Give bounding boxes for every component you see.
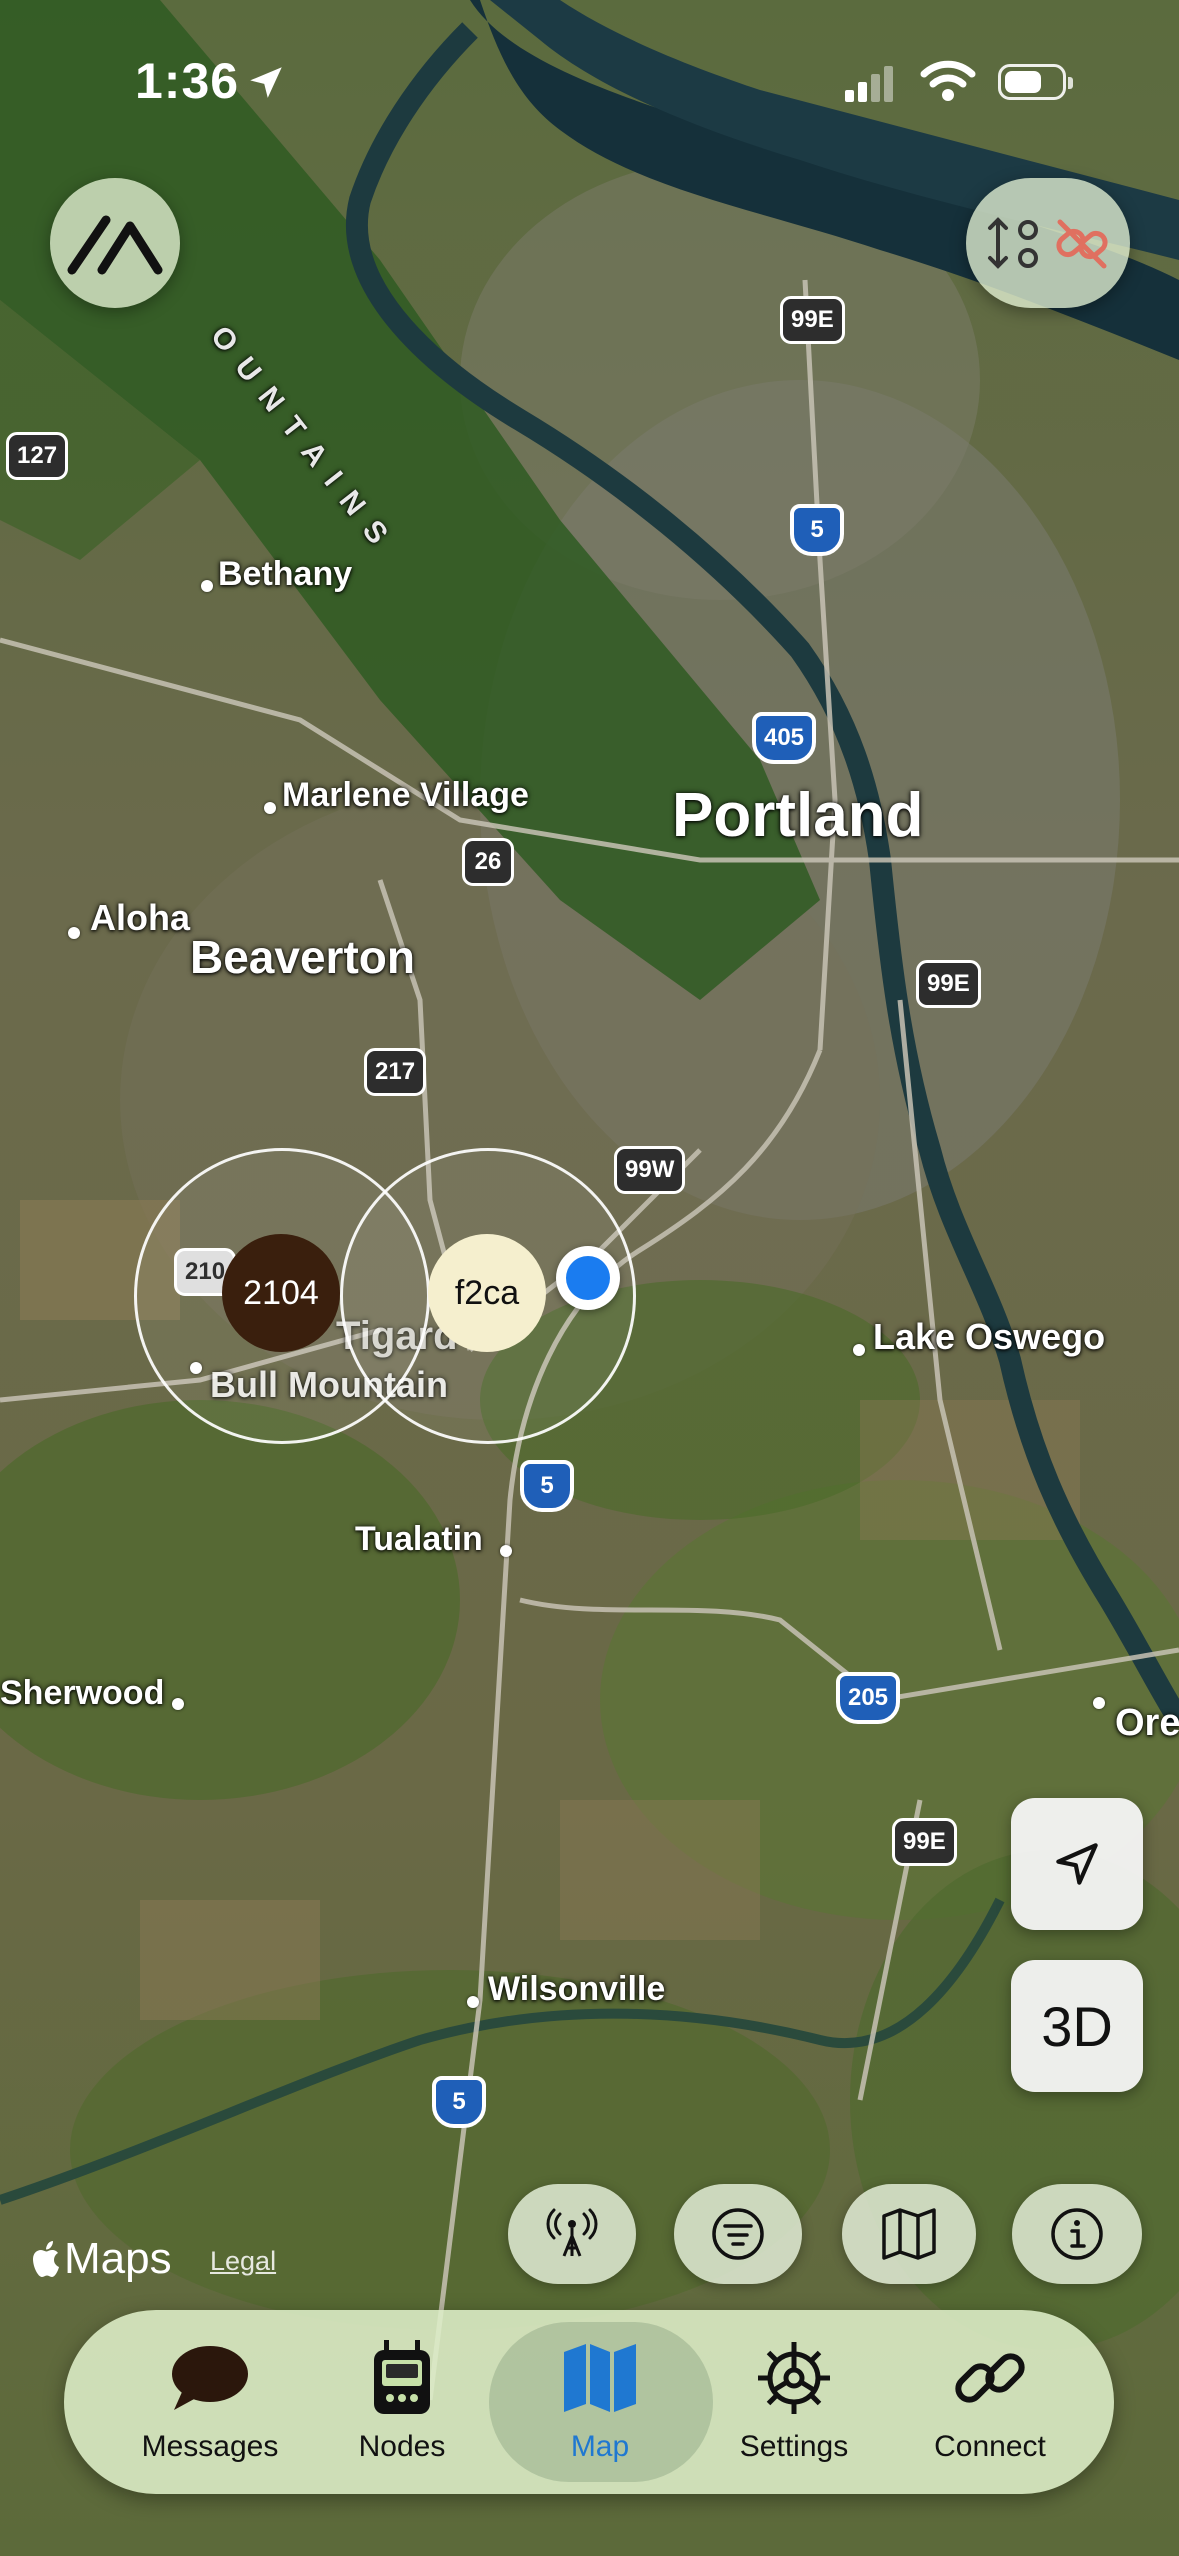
node-label: f2ca [454, 1273, 520, 1312]
recenter-location-button[interactable] [1011, 1798, 1143, 1930]
location-arrow-icon [1056, 1843, 1098, 1885]
place-dot-aloha [68, 927, 80, 939]
gear-icon [758, 2342, 830, 2414]
place-dot-lake-oswego [853, 1344, 865, 1356]
link-icon [955, 2353, 1025, 2403]
place-dot-sherwood [172, 1698, 184, 1710]
label-wilsonville: Wilsonville [488, 1970, 666, 2008]
node-marker[interactable]: 2104 [222, 1234, 340, 1352]
antenna-button[interactable] [508, 2184, 636, 2284]
current-location-dot [556, 1246, 620, 1310]
toggle-3d-label: 3D [1041, 1994, 1113, 2058]
place-dot-ore [1093, 1697, 1105, 1709]
place-dot-bethany [201, 580, 213, 592]
route-shield-217: 217 [364, 1048, 427, 1096]
route-shield-26: 26 [462, 838, 514, 886]
wifi-icon [920, 60, 976, 101]
cellular-signal-icon [845, 66, 893, 102]
tab-messages[interactable]: Messages [110, 2310, 310, 2494]
status-time: 1:36 [135, 53, 240, 109]
filter-lines-icon [712, 2208, 764, 2260]
app-logo-button[interactable] [50, 178, 180, 308]
toggle-3d-button[interactable]: 3D [1011, 1960, 1143, 2092]
label-beaverton: Beaverton [190, 931, 415, 983]
interstate-shield-405: 405 [752, 712, 816, 764]
sort-order-icon[interactable] [984, 216, 1044, 272]
node-marker[interactable]: f2ca [428, 1234, 546, 1352]
interstate-shield-5: 5 [790, 504, 844, 556]
tab-settings[interactable]: Settings [694, 2310, 894, 2494]
label-ore: Ore [1115, 1702, 1179, 1744]
apple-logo-icon [33, 2241, 59, 2277]
location-arrow-icon [250, 67, 282, 98]
label-portland: Portland [672, 781, 924, 850]
label-bethany: Bethany [218, 555, 353, 593]
label-sherwood: Sherwood [0, 1674, 165, 1712]
route-shield-127: 127 [6, 432, 69, 480]
map-icon [882, 2208, 936, 2260]
message-bubble-icon [172, 2346, 248, 2410]
tab-nodes[interactable]: Nodes [302, 2310, 502, 2494]
tab-label: Connect [934, 2430, 1046, 2463]
meshtastic-logo-icon [67, 215, 163, 275]
place-dot-tualatin [500, 1545, 512, 1557]
tab-label: Nodes [358, 2430, 446, 2463]
place-dot-wilsonville [467, 1996, 479, 2008]
label-marlene-village: Marlene Village [282, 776, 529, 814]
node-label: 2104 [243, 1273, 319, 1312]
status-bar: 1:36 [0, 0, 1179, 160]
map-filter-pill[interactable] [966, 178, 1130, 308]
filter-button[interactable] [674, 2184, 802, 2284]
place-dot-marlene-village [264, 802, 276, 814]
label-aloha: Aloha [90, 897, 191, 938]
route-shield-99e: 99E [916, 960, 981, 1008]
maps-attribution: Maps [30, 2234, 172, 2284]
route-shield-99e: 99E [892, 1818, 957, 1866]
link-slash-icon[interactable] [1050, 212, 1114, 276]
route-shield-99w: 99W [614, 1146, 686, 1194]
tab-bar: Messages Nodes Map Settings Connect [64, 2310, 1114, 2494]
map-style-button[interactable] [842, 2184, 976, 2284]
antenna-icon [546, 2208, 598, 2257]
tab-label: Map [570, 2430, 630, 2463]
route-shield-99e: 99E [780, 296, 845, 344]
label-tualatin: Tualatin [355, 1520, 483, 1558]
map-icon [564, 2344, 636, 2412]
interstate-shield-5: 5 [520, 1460, 574, 1512]
label-lake-oswego: Lake Oswego [873, 1316, 1106, 1357]
interstate-shield-5: 5 [432, 2076, 486, 2128]
info-icon [1051, 2208, 1103, 2260]
maps-label: Maps [64, 2234, 172, 2283]
tab-map[interactable]: Map [500, 2310, 700, 2494]
battery-icon [998, 64, 1073, 100]
tab-connect[interactable]: Connect [890, 2310, 1090, 2494]
info-button[interactable] [1012, 2184, 1142, 2284]
tab-label: Settings [739, 2430, 849, 2463]
tab-label: Messages [141, 2430, 279, 2463]
radio-device-icon [374, 2340, 430, 2414]
legal-link[interactable]: Legal [210, 2246, 276, 2277]
interstate-shield-205: 205 [836, 1672, 900, 1724]
